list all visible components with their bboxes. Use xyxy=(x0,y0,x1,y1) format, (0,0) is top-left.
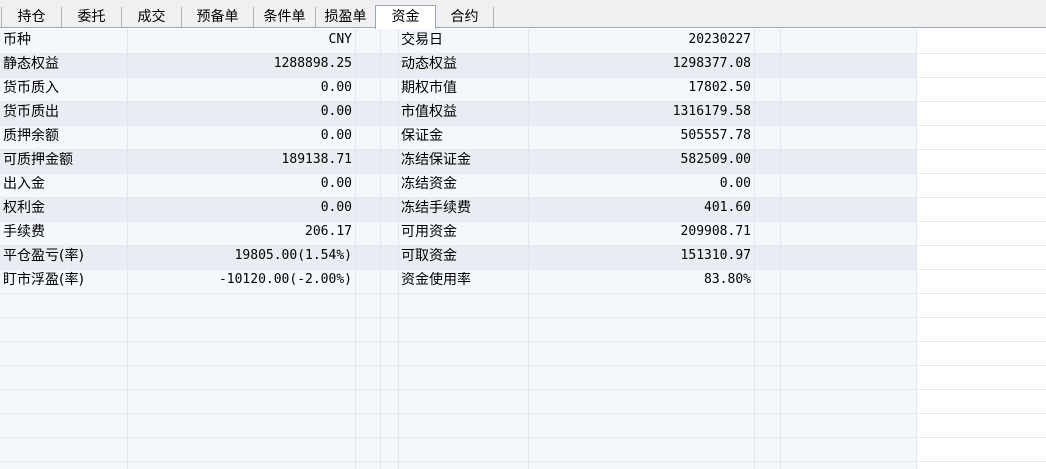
field-value: 151310.97 xyxy=(680,248,751,263)
tab-bar: 持仓 委托 成交 预备单 条件单 损盈单 资金 合约 xyxy=(0,0,1046,29)
row-divider xyxy=(0,269,1046,270)
field-label: 交易日 xyxy=(401,32,443,48)
table-row[interactable]: 可质押金额 189138.71 冻结保证金 582509.00 xyxy=(0,149,916,173)
field-label: 平仓盈亏(率) xyxy=(3,248,84,264)
column-divider xyxy=(398,29,399,469)
table-row[interactable]: 币种 CNY 交易日 20230227 xyxy=(0,29,1046,53)
tab-prepared-orders[interactable]: 预备单 xyxy=(182,7,254,27)
field-value: 0.00 xyxy=(320,200,352,215)
row-divider xyxy=(0,413,1046,414)
field-label: 期权市值 xyxy=(401,80,457,96)
field-value: -10120.00(-2.00%) xyxy=(218,272,352,287)
tab-orders[interactable]: 委托 xyxy=(62,7,122,27)
field-value: 19805.00(1.54%) xyxy=(234,248,352,263)
table-row[interactable]: 质押余额 0.00 保证金 505557.78 xyxy=(0,125,1046,149)
field-value: 1316179.58 xyxy=(672,104,751,119)
row-divider xyxy=(0,53,1046,54)
tab-stop-profit-orders[interactable]: 损盈单 xyxy=(316,7,376,27)
tab-trades[interactable]: 成交 xyxy=(122,7,182,27)
table-row[interactable]: 货币质入 0.00 期权市值 17802.50 xyxy=(0,77,1046,101)
column-divider xyxy=(754,29,755,469)
field-value: 1298377.08 xyxy=(672,56,751,71)
row-divider xyxy=(0,293,1046,294)
table-row[interactable]: 静态权益 1288898.25 动态权益 1298377.08 xyxy=(0,53,916,77)
column-divider xyxy=(916,29,917,469)
field-value: 17802.50 xyxy=(688,80,751,95)
row-divider xyxy=(0,125,1046,126)
row-divider xyxy=(0,245,1046,246)
field-label: 手续费 xyxy=(3,224,45,240)
field-label: 动态权益 xyxy=(401,56,457,72)
field-value: 0.00 xyxy=(719,176,751,191)
field-value: CNY xyxy=(328,32,352,47)
field-label: 质押余额 xyxy=(3,128,59,144)
row-divider xyxy=(0,173,1046,174)
column-divider xyxy=(780,29,781,469)
row-divider xyxy=(0,317,1046,318)
field-label: 静态权益 xyxy=(3,56,59,72)
field-value: 206.17 xyxy=(305,224,352,239)
table-row[interactable]: 出入金 0.00 冻结资金 0.00 xyxy=(0,173,1046,197)
column-divider xyxy=(355,29,356,469)
field-value: 0.00 xyxy=(320,80,352,95)
field-value: 0.00 xyxy=(320,176,352,191)
table-row[interactable]: 货币质出 0.00 市值权益 1316179.58 xyxy=(0,101,916,125)
field-label: 可用资金 xyxy=(401,224,457,240)
field-value: 189138.71 xyxy=(281,152,352,167)
field-value: 83.80% xyxy=(704,272,751,287)
field-label: 盯市浮盈(率) xyxy=(3,272,84,288)
field-value: 209908.71 xyxy=(680,224,751,239)
field-value: 505557.78 xyxy=(680,128,751,143)
row-divider xyxy=(0,77,1046,78)
field-label: 市值权益 xyxy=(401,104,457,120)
tab-funds[interactable]: 资金 xyxy=(375,5,436,29)
table-row[interactable]: 手续费 206.17 可用资金 209908.71 xyxy=(0,221,1046,245)
field-label: 权利金 xyxy=(3,200,45,216)
row-divider xyxy=(0,437,1046,438)
tab-positions[interactable]: 持仓 xyxy=(1,7,62,27)
row-divider xyxy=(0,149,1046,150)
field-value: 1288898.25 xyxy=(273,56,352,71)
column-divider xyxy=(127,29,128,469)
row-divider xyxy=(0,101,1046,102)
field-label: 币种 xyxy=(3,32,31,48)
tab-conditional-orders[interactable]: 条件单 xyxy=(254,7,316,27)
table-row[interactable]: 权利金 0.00 冻结手续费 401.60 xyxy=(0,197,916,221)
table-row[interactable]: 平仓盈亏(率) 19805.00(1.54%) 可取资金 151310.97 xyxy=(0,245,916,269)
field-label: 保证金 xyxy=(401,128,443,144)
row-divider xyxy=(0,389,1046,390)
field-label: 可取资金 xyxy=(401,248,457,264)
row-divider xyxy=(0,221,1046,222)
field-value: 582509.00 xyxy=(680,152,751,167)
field-value: 0.00 xyxy=(320,104,352,119)
field-label: 冻结资金 xyxy=(401,176,457,192)
field-value: 0.00 xyxy=(320,128,352,143)
field-label: 冻结保证金 xyxy=(401,152,471,168)
row-divider xyxy=(0,197,1046,198)
row-divider xyxy=(0,365,1046,366)
table-row[interactable]: 盯市浮盈(率) -10120.00(-2.00%) 资金使用率 83.80% xyxy=(0,269,1046,293)
column-divider xyxy=(528,29,529,469)
row-divider xyxy=(0,341,1046,342)
field-label: 货币质出 xyxy=(3,104,59,120)
field-label: 货币质入 xyxy=(3,80,59,96)
field-value: 401.60 xyxy=(704,200,751,215)
field-label: 冻结手续费 xyxy=(401,200,471,216)
field-label: 资金使用率 xyxy=(401,272,471,288)
funds-grid: 币种 CNY 交易日 20230227 静态权益 1288898.25 动态权益… xyxy=(0,29,1046,469)
column-divider xyxy=(380,29,381,469)
field-label: 出入金 xyxy=(3,176,45,192)
field-value: 20230227 xyxy=(688,32,751,47)
row-divider xyxy=(0,461,1046,462)
tab-contracts[interactable]: 合约 xyxy=(436,7,494,27)
field-label: 可质押金额 xyxy=(3,152,73,168)
